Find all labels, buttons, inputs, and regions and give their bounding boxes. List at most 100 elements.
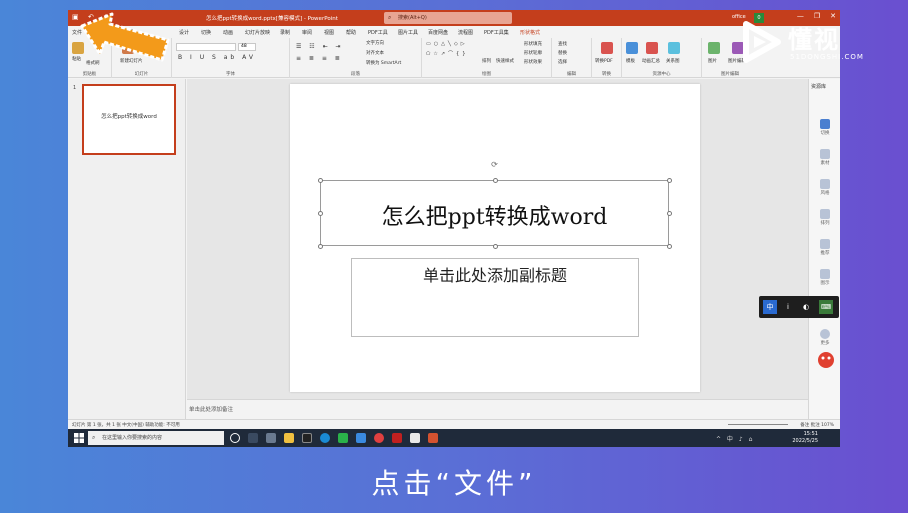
minimize-button[interactable]: — — [797, 12, 804, 20]
task-view-icon[interactable] — [248, 433, 258, 443]
slide-subtitle[interactable]: 单击此处添加副标题 — [352, 262, 638, 286]
close-button[interactable]: ✕ — [830, 12, 836, 20]
resize-handle[interactable] — [667, 244, 672, 249]
align-text-button[interactable]: 对齐文本 — [366, 50, 384, 56]
font-size-select[interactable]: 48 — [238, 43, 256, 51]
status-right[interactable]: 备注 批注 107% — [800, 422, 834, 428]
tab-picture-tools[interactable]: 图片工具 — [398, 29, 418, 36]
font-name-select[interactable] — [176, 43, 236, 51]
app-icon[interactable] — [356, 433, 366, 443]
tab-transitions[interactable]: 切换 — [201, 29, 211, 36]
brand-logo: 懂视 51DONGSHI.COM — [740, 20, 870, 70]
picture-icon[interactable] — [708, 42, 720, 54]
ime-keyboard-button[interactable]: ⌨ — [819, 300, 833, 314]
list-buttons-icon[interactable]: ☰ ☷ ⇤ ⇥ — [296, 43, 344, 50]
template-icon[interactable] — [626, 42, 638, 54]
subtitle-placeholder[interactable]: 单击此处添加副标题 — [351, 258, 639, 337]
clock[interactable]: 15:51 2022/5/25 — [792, 431, 818, 445]
more-icon — [820, 329, 830, 339]
quick-styles-button[interactable]: 快速样式 — [496, 58, 514, 64]
thumbnail-number: 1 — [73, 85, 77, 91]
shapes-gallery-icon-2[interactable]: ⬠☆↗⌒{} — [426, 50, 468, 57]
tab-record[interactable]: 录制 — [280, 29, 290, 36]
tab-slideshow[interactable]: 幻灯片放映 — [245, 29, 270, 36]
group-label-editing: 编辑 — [567, 72, 576, 77]
pdf-app-icon[interactable] — [392, 433, 402, 443]
ime-punct-button[interactable]: ⅰ — [781, 300, 795, 314]
browser-icon[interactable] — [410, 433, 420, 443]
wechat-icon[interactable] — [338, 433, 348, 443]
group-font: 48 B I U S ab AV 字体 — [172, 38, 290, 78]
notes-pane[interactable]: 单击此处添加备注 — [187, 399, 808, 419]
slide-thumbnail[interactable]: 怎么把ppt转换成word — [82, 84, 176, 155]
resize-handle[interactable] — [318, 178, 323, 183]
tab-pdf-tools[interactable]: PDF工具 — [368, 29, 388, 36]
resize-handle[interactable] — [667, 178, 672, 183]
arrange-button[interactable]: 排列 — [482, 58, 491, 64]
resource-item[interactable]: 图示 — [815, 269, 835, 286]
shapes-gallery-icon[interactable]: ▭○△╲◇▷ — [426, 41, 468, 47]
widgets-icon[interactable] — [266, 433, 276, 443]
slide-title[interactable]: 怎么把ppt转换成word — [321, 199, 668, 231]
taskbar-search[interactable]: ⌕ 在这里输入你要搜索的内容 — [88, 431, 224, 445]
slide-canvas[interactable]: ⟳ 怎么把ppt转换成word 单击此处添加副标题 — [290, 84, 700, 392]
tab-design[interactable]: 设计 — [179, 29, 189, 36]
system-tray[interactable]: ^ 中 ♪ ⌂ — [716, 434, 754, 443]
resource-item[interactable]: 切换 — [815, 119, 835, 136]
taskbar-search-placeholder: 在这里输入你要搜索的内容 — [102, 435, 163, 441]
title-placeholder[interactable]: 怎么把ppt转换成word — [318, 178, 672, 249]
tab-help[interactable]: 帮助 — [346, 29, 356, 36]
shape-effects-button[interactable]: 形状效果 — [524, 59, 542, 65]
status-bar: 幻灯片 第 1 张，共 1 张 中文(中国) 辅助功能: 不可用 备注 批注 1… — [68, 419, 840, 429]
find-button[interactable]: 查找 — [558, 41, 567, 47]
mascot-icon[interactable] — [816, 348, 836, 370]
align-buttons-icon[interactable]: ≡ ≣ ≡ ≣ — [296, 55, 343, 62]
tab-review[interactable]: 审阅 — [302, 29, 312, 36]
notes-placeholder: 单击此处添加备注 — [189, 407, 234, 413]
replace-button[interactable]: 替换 — [558, 50, 567, 56]
windows-start-icon[interactable] — [74, 433, 84, 443]
edge-icon[interactable] — [320, 433, 330, 443]
ime-mode-button[interactable]: ◐ — [799, 300, 813, 314]
tab-view[interactable]: 视图 — [324, 29, 334, 36]
diagram-icon[interactable] — [668, 42, 680, 54]
font-style-buttons[interactable]: B I U S ab AV — [178, 54, 256, 61]
shape-outline-button[interactable]: 形状轮廓 — [524, 50, 542, 56]
group-label-convert: 转换 — [602, 72, 611, 77]
slide-thumbnail-pane: 1 怎么把ppt转换成word — [68, 79, 186, 419]
maximize-button[interactable]: ❐ — [814, 12, 820, 20]
resource-item[interactable]: 推荐 — [815, 239, 835, 256]
resize-handle[interactable] — [318, 244, 323, 249]
resource-item[interactable]: 风格 — [815, 179, 835, 196]
shape-fill-button[interactable]: 形状填充 — [524, 41, 542, 47]
rotate-handle-icon[interactable]: ⟳ — [490, 160, 499, 169]
search-box[interactable]: ⌕ 搜索(Alt+Q) — [384, 12, 512, 24]
tab-pdf-toolset[interactable]: PDF工具集 — [484, 29, 509, 36]
convert-pdf-icon[interactable] — [601, 42, 613, 54]
pointer-arrow-icon — [80, 12, 170, 62]
select-button[interactable]: 选择 — [558, 59, 567, 65]
recorder-icon[interactable] — [374, 433, 384, 443]
tab-shape-format[interactable]: 形状格式 — [520, 29, 540, 36]
file-explorer-icon[interactable] — [284, 433, 294, 443]
tab-flowchart[interactable]: 流程图 — [458, 29, 473, 36]
tab-animations[interactable]: 动画 — [223, 29, 233, 36]
resize-handle[interactable] — [667, 211, 672, 216]
qq-icon[interactable] — [302, 433, 312, 443]
tutorial-caption: 点击“文件” — [371, 467, 537, 500]
powerpoint-taskbar-icon[interactable] — [428, 433, 438, 443]
convert-smartart-button[interactable]: 转换为 SmartArt — [366, 60, 401, 66]
resource-item[interactable]: 素材 — [815, 149, 835, 166]
ime-chinese-button[interactable]: 中 — [763, 300, 777, 314]
zoom-slider[interactable] — [728, 424, 788, 425]
animation-icon[interactable] — [646, 42, 658, 54]
resize-handle[interactable] — [493, 178, 498, 183]
tab-baidu-netdisk[interactable]: 百度网盘 — [428, 29, 448, 36]
convert-pdf-label[interactable]: 转换PDF — [595, 58, 613, 64]
resource-item[interactable]: 排列 — [815, 209, 835, 226]
resize-handle[interactable] — [318, 211, 323, 216]
text-direction-button[interactable]: 文字方向 — [366, 40, 384, 46]
resize-handle[interactable] — [493, 244, 498, 249]
cortana-icon[interactable] — [230, 433, 240, 443]
resource-item[interactable]: 更多 — [815, 329, 835, 346]
